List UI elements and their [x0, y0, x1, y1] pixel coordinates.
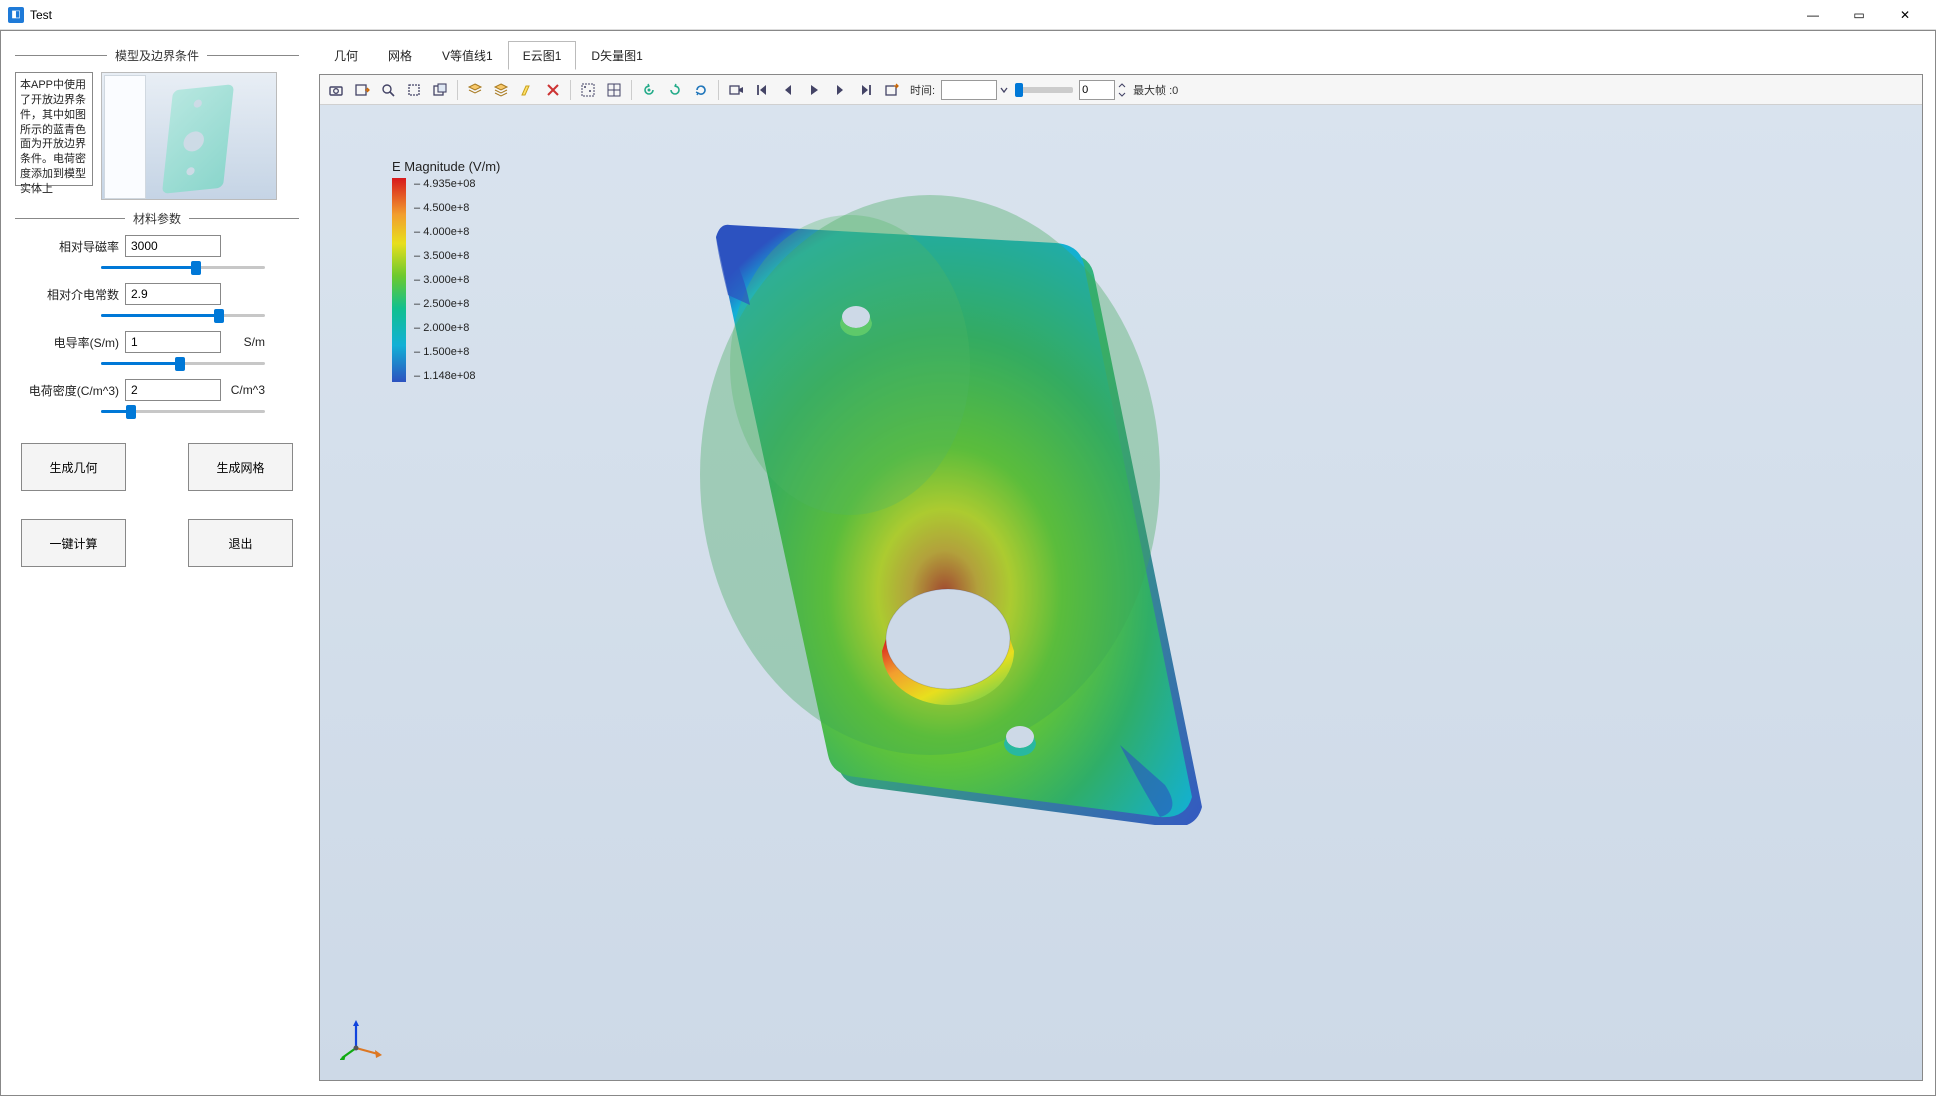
- camera-icon[interactable]: [324, 78, 348, 102]
- compute-button[interactable]: 一键计算: [21, 519, 126, 567]
- legend-tick: 2.000e+8: [414, 322, 476, 334]
- legend-tick: 4.500e+8: [414, 202, 476, 214]
- layers-icon[interactable]: [463, 78, 487, 102]
- rotate-ccw-icon[interactable]: [637, 78, 661, 102]
- copy-layers-icon[interactable]: [489, 78, 513, 102]
- param-input-1[interactable]: [125, 283, 221, 305]
- legend-tick: 3.500e+8: [414, 250, 476, 262]
- legend-tick: 1.148e+08: [414, 370, 476, 382]
- legend-tick: 4.000e+8: [414, 226, 476, 238]
- param-label: 电导率(S/m): [21, 334, 125, 351]
- record-icon[interactable]: [724, 78, 748, 102]
- param-slider-3[interactable]: [101, 403, 265, 419]
- time-label: 时间:: [906, 82, 939, 98]
- time-input[interactable]: [941, 80, 997, 100]
- generate-mesh-button[interactable]: 生成网格: [188, 443, 293, 491]
- tab-1[interactable]: 网格: [373, 41, 427, 70]
- viewer-canvas[interactable]: E Magnitude (V/m) 4.935e+08 4.500e+8 4.000…: [320, 105, 1922, 1080]
- colorbar: [392, 178, 406, 382]
- section-header-mat: 材料参数: [15, 210, 299, 227]
- maxframe-label: 最大帧 :0: [1129, 82, 1182, 98]
- legend-title: E Magnitude (V/m): [392, 159, 500, 174]
- param-input-3[interactable]: [125, 379, 221, 401]
- window-title: Test: [30, 8, 52, 22]
- export-image-icon[interactable]: [350, 78, 374, 102]
- tab-3[interactable]: E云图1: [508, 41, 577, 70]
- param-slider-0[interactable]: [101, 259, 265, 275]
- section-header-bc: 模型及边界条件: [15, 47, 299, 64]
- clear-icon[interactable]: [541, 78, 565, 102]
- maximize-button[interactable]: ▭: [1836, 0, 1882, 30]
- legend-tick: 4.935e+08: [414, 178, 476, 190]
- export-anim-icon[interactable]: [880, 78, 904, 102]
- legend-tick: 1.500e+8: [414, 346, 476, 358]
- model-plate: [600, 145, 1280, 825]
- main-area: 几何网格V等值线1E云图1D矢量图1: [313, 31, 1935, 1095]
- sidebar: 模型及边界条件 本APP中使用了开放边界条件，其中如图所示的蓝青色面为开放边界条…: [1, 31, 313, 1095]
- param-unit: S/m: [244, 335, 265, 349]
- zoom-icon[interactable]: [376, 78, 400, 102]
- tabs-row: 几何网格V等值线1E云图1D矢量图1: [313, 37, 1929, 70]
- param-label: 电荷密度(C/m^3): [21, 382, 125, 399]
- clip-icon[interactable]: [428, 78, 452, 102]
- select-box-icon[interactable]: [402, 78, 426, 102]
- generate-geometry-button[interactable]: 生成几何: [21, 443, 126, 491]
- minimize-button[interactable]: —: [1790, 0, 1836, 30]
- bc-description: 本APP中使用了开放边界条件，其中如图所示的蓝青色面为开放边界条件。电荷密度添加…: [15, 72, 93, 186]
- frame-input[interactable]: [1079, 80, 1115, 100]
- section-bc-title: 模型及边界条件: [107, 47, 207, 64]
- legend-tick: 2.500e+8: [414, 298, 476, 310]
- param-label: 相对介电常数: [21, 286, 125, 303]
- frame-slider[interactable]: [1015, 87, 1073, 93]
- param-slider-1[interactable]: [101, 307, 265, 323]
- grid-icon[interactable]: [602, 78, 626, 102]
- play-icon[interactable]: [802, 78, 826, 102]
- app-icon: ◧: [8, 7, 24, 23]
- last-frame-icon[interactable]: [854, 78, 878, 102]
- param-unit: C/m^3: [231, 383, 265, 397]
- param-label: 相对导磁率: [21, 238, 125, 255]
- select-points-icon[interactable]: [576, 78, 600, 102]
- prev-frame-icon[interactable]: [776, 78, 800, 102]
- refresh-icon[interactable]: [689, 78, 713, 102]
- close-button[interactable]: ✕: [1882, 0, 1928, 30]
- rotate-cw-icon[interactable]: [663, 78, 687, 102]
- tab-0[interactable]: 几何: [319, 41, 373, 70]
- bc-thumbnail: [101, 72, 277, 200]
- color-legend: E Magnitude (V/m) 4.935e+08 4.500e+8 4.000…: [392, 159, 500, 382]
- window-titlebar: ◧ Test — ▭ ✕: [0, 0, 1936, 30]
- frame-spinner-icon[interactable]: [1117, 81, 1127, 99]
- legend-ticks: 4.935e+08 4.500e+8 4.000e+8 3.500e+8 3.000e+…: [414, 178, 476, 382]
- viewer-panel: 时间: 最大帧 :0 E Magnitude (V/m) 4.935e+084.…: [319, 74, 1923, 1081]
- axis-triad-icon: [340, 1018, 382, 1060]
- legend-tick: 3.000e+8: [414, 274, 476, 286]
- next-frame-icon[interactable]: [828, 78, 852, 102]
- time-dropdown-icon[interactable]: [999, 81, 1009, 99]
- param-slider-2[interactable]: [101, 355, 265, 371]
- section-mat-title: 材料参数: [125, 210, 189, 227]
- param-input-2[interactable]: [125, 331, 221, 353]
- highlight-icon[interactable]: [515, 78, 539, 102]
- viewer-toolbar: 时间: 最大帧 :0: [320, 75, 1922, 105]
- tab-2[interactable]: V等值线1: [427, 41, 508, 70]
- first-frame-icon[interactable]: [750, 78, 774, 102]
- exit-button[interactable]: 退出: [188, 519, 293, 567]
- tab-4[interactable]: D矢量图1: [576, 41, 657, 70]
- param-input-0[interactable]: [125, 235, 221, 257]
